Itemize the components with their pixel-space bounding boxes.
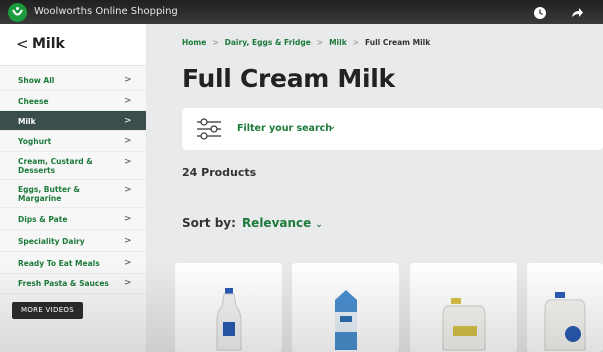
video-title[interactable]: Woolworths Online Shopping: [34, 6, 178, 17]
sidebar-item-cream-custard-desserts[interactable]: Cream, Custard & Desserts >: [0, 152, 146, 180]
sort-value: Relevance: [241, 216, 312, 230]
filter-label: Filter your search: [237, 123, 333, 134]
milk-carton-image: [334, 290, 357, 350]
breadcrumb-separator: >: [352, 38, 359, 47]
clock-icon[interactable]: [533, 5, 547, 19]
breadcrumb-separator: >: [316, 38, 324, 47]
breadcrumb: Home > Dairy, Eggs & Fridge > Milk > Full Crea…: [182, 38, 430, 47]
chevron-right-icon: >: [124, 116, 132, 126]
sidebar-item-show-all[interactable]: Show All >: [0, 70, 146, 91]
milk-bottle-image: [216, 288, 241, 351]
sidebar-item-label: Speciality Dairy: [18, 237, 85, 246]
sidebar-item-speciality-dairy[interactable]: Speciality Dairy >: [0, 230, 146, 252]
sidebar-item-label: Eggs, Butter & Margarine: [18, 185, 80, 203]
product-card[interactable]: [175, 263, 282, 352]
sidebar-category-list: Show All > Cheese > Milk > Yoghurt > Cre…: [0, 70, 146, 294]
sidebar-item-cheese[interactable]: Cheese >: [0, 91, 146, 111]
chevron-right-icon: >: [124, 185, 132, 195]
product-card[interactable]: [527, 263, 603, 352]
chevron-right-icon: >: [124, 258, 132, 268]
sidebar-item-yoghurt[interactable]: Yoghurt >: [0, 131, 146, 152]
sidebar-item-fresh-pasta-sauces[interactable]: Fresh Pasta & Sauces >: [0, 274, 146, 294]
chevron-right-icon: >: [124, 278, 132, 288]
product-card[interactable]: [410, 263, 517, 352]
sidebar-item-label: Fresh Pasta & Sauces: [18, 279, 109, 288]
breadcrumb-current: Full Cream Milk: [364, 38, 431, 47]
share-icon[interactable]: [570, 5, 584, 19]
sort-label: Sort by:: [182, 216, 236, 230]
sliders-icon: [196, 117, 222, 145]
sidebar-item-label: Show All: [18, 76, 55, 85]
sidebar-item-label: Milk: [18, 117, 36, 126]
chevron-down-icon: ⌄: [315, 220, 323, 230]
chevron-right-icon: >: [124, 157, 132, 167]
chevron-right-icon: >: [124, 136, 132, 146]
video-title-bar: Woolworths Online Shopping: [0, 0, 603, 24]
chevron-down-icon: ⌄: [328, 121, 337, 132]
sidebar-header: < Milk: [0, 24, 146, 66]
breadcrumb-home[interactable]: Home: [182, 38, 206, 47]
sidebar-item-eggs-butter-margarine[interactable]: Eggs, Butter & Margarine >: [0, 180, 146, 208]
sidebar-item-ready-to-eat-meals[interactable]: Ready To Eat Meals >: [0, 252, 146, 274]
sidebar-item-label: Ready To Eat Meals: [18, 259, 100, 268]
milk-jug-image: [544, 292, 586, 351]
sidebar-item-label: Dips & Pate: [18, 215, 68, 224]
breadcrumb-dairy-eggs-fridge[interactable]: Dairy, Eggs & Fridge: [225, 38, 311, 47]
sidebar-title: Milk: [32, 36, 65, 52]
sidebar-item-label: Yoghurt: [18, 137, 52, 146]
product-count: 24 Products: [182, 166, 257, 179]
page-title: Full Cream Milk: [182, 64, 395, 93]
sort-control[interactable]: Sort by: Relevance ⌄: [182, 216, 323, 230]
more-videos-button[interactable]: MORE VIDEOS: [12, 302, 83, 319]
breadcrumb-milk[interactable]: Milk: [329, 38, 347, 47]
back-chevron-icon[interactable]: <: [16, 35, 29, 53]
chevron-right-icon: >: [124, 236, 132, 246]
sidebar-item-label: Cheese: [18, 97, 49, 106]
chevron-right-icon: >: [124, 96, 132, 106]
chevron-right-icon: >: [124, 75, 132, 85]
breadcrumb-separator: >: [212, 38, 219, 47]
sidebar-item-label: Cream, Custard & Desserts: [18, 157, 93, 175]
product-card[interactable]: [292, 263, 399, 352]
woolworths-logo: [8, 3, 27, 22]
sidebar-item-dips-pate[interactable]: Dips & Pate >: [0, 208, 146, 230]
milk-jug-image: [442, 298, 485, 351]
chevron-right-icon: >: [124, 214, 132, 224]
sidebar-item-milk[interactable]: Milk >: [0, 111, 146, 131]
filter-bar[interactable]: Filter your search ⌄: [182, 108, 603, 150]
